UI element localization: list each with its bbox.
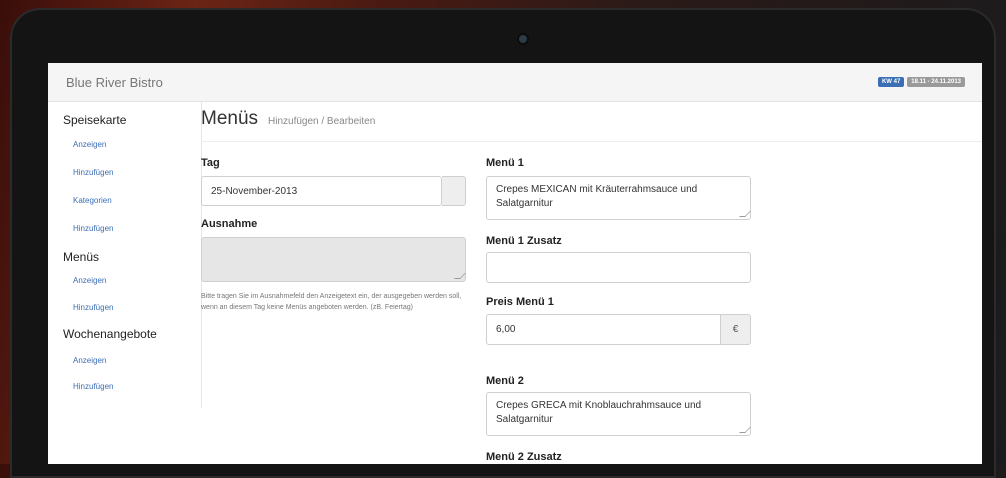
date-input[interactable]: 25-November-2013	[201, 176, 442, 206]
week-badges: KW 47 18.11 - 24.11.2013	[877, 77, 965, 87]
sidebar-heading-wochenangebote: Wochenangebote	[63, 327, 157, 341]
resize-handle-icon[interactable]	[739, 427, 751, 433]
navbar: Blue River Bistro KW 47 18.11 - 24.11.20…	[48, 63, 982, 102]
ausnahme-help-text: Bitte tragen Sie im Ausnahmefeld den Anz…	[201, 293, 462, 311]
menu1-zusatz-input[interactable]	[486, 252, 751, 283]
sidebar-item-speisekarte-anzeigen[interactable]: Anzeigen	[73, 140, 106, 149]
brand-link[interactable]: Blue River Bistro	[66, 75, 163, 90]
sidebar-item-speisekarte-hinzufuegen[interactable]: Hinzufügen	[73, 168, 113, 177]
menu2-zusatz-label: Menü 2 Zusatz	[486, 451, 562, 463]
sidebar-item-kategorien[interactable]: Kategorien	[73, 196, 112, 205]
menu1-zusatz-label: Menü 1 Zusatz	[486, 235, 562, 247]
sidebar-item-menus-anzeigen[interactable]: Anzeigen	[73, 276, 106, 285]
sidebar: Speisekarte Anzeigen Hinzufügen Kategori…	[48, 102, 202, 408]
preis1-label: Preis Menü 1	[486, 296, 554, 308]
page-subtitle: Hinzufügen / Bearbeiten	[268, 116, 376, 127]
resize-handle-icon[interactable]	[739, 211, 751, 217]
euro-icon: €	[721, 314, 751, 345]
page-title: Menüs	[201, 108, 259, 129]
menu1-label: Menü 1	[486, 157, 524, 169]
ausnahme-label: Ausnahme	[201, 218, 258, 230]
camera-icon	[519, 35, 527, 43]
menu1-textarea[interactable]: Crepes MEXICAN mit Kräuterrahmsauce und …	[486, 176, 751, 220]
resize-handle-icon[interactable]	[454, 273, 466, 279]
preis1-input[interactable]: 6,00	[486, 314, 721, 345]
date-range-badge: 18.11 - 24.11.2013	[907, 77, 965, 87]
sidebar-item-kategorien-hinzufuegen[interactable]: Hinzufügen	[73, 224, 113, 233]
page-header: Menüs Hinzufügen / Bearbeiten	[201, 98, 982, 142]
menu2-label: Menü 2	[486, 375, 524, 387]
menu1-text: Crepes MEXICAN mit Kräuterrahmsauce und …	[496, 184, 698, 209]
sidebar-item-wochenangebote-hinzufuegen[interactable]: Hinzufügen	[73, 382, 113, 391]
calendar-button[interactable]	[442, 176, 466, 206]
tag-label: Tag	[201, 157, 220, 169]
week-badge: KW 47	[877, 77, 905, 87]
menu2-textarea[interactable]: Crepes GRECA mit Knoblauchrahmsauce und …	[486, 392, 751, 436]
sidebar-item-menus-hinzufuegen[interactable]: Hinzufügen	[73, 303, 113, 312]
app-screen: Blue River Bistro KW 47 18.11 - 24.11.20…	[48, 63, 982, 464]
sidebar-heading-menus: Menüs	[63, 250, 100, 264]
ausnahme-textarea[interactable]	[201, 237, 466, 282]
sidebar-heading-speisekarte: Speisekarte	[63, 113, 127, 127]
menu2-text: Crepes GRECA mit Knoblauchrahmsauce und …	[496, 400, 702, 425]
sidebar-item-wochenangebote-anzeigen[interactable]: Anzeigen	[73, 356, 106, 365]
